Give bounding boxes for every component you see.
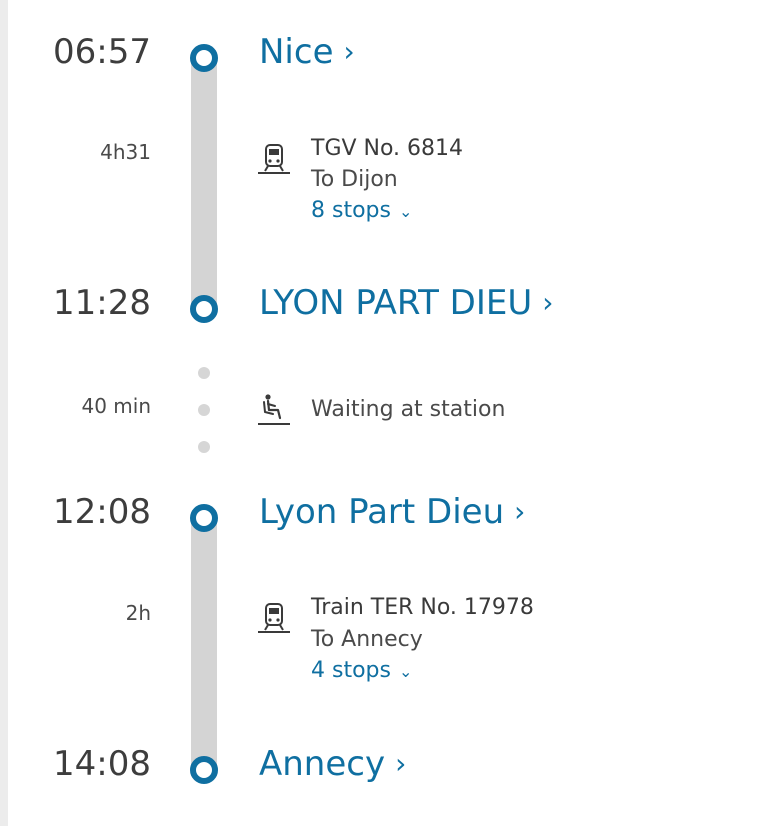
connection-dot <box>198 367 210 379</box>
train-direction: To Dijon <box>311 167 398 192</box>
train-icon <box>258 603 290 633</box>
station-name: LYON PART DIEU <box>259 283 533 323</box>
train-icon <box>258 144 290 174</box>
seated-person-icon <box>258 394 290 425</box>
departure-time: 06:57 <box>53 32 151 72</box>
station-node <box>190 756 218 784</box>
arrival-station-link[interactable]: Annecy › <box>259 744 406 784</box>
connection-duration: 40 min <box>81 394 151 418</box>
arrival-time: 14:08 <box>53 744 151 784</box>
chevron-down-icon: ⌄ <box>398 202 413 221</box>
left-edge-border <box>0 0 8 826</box>
chevron-right-icon: › <box>542 286 554 319</box>
segment-duration: 4h31 <box>100 140 151 164</box>
stops-toggle[interactable]: 8 stops ⌄ <box>311 198 412 223</box>
connection-dot <box>198 441 210 453</box>
stops-count: 4 stops <box>311 658 391 683</box>
departure-station-link[interactable]: Lyon Part Dieu › <box>259 492 525 532</box>
waiting-label: Waiting at station <box>311 397 506 422</box>
departure-time: 12:08 <box>53 492 151 532</box>
station-node <box>190 504 218 532</box>
arrival-station-link[interactable]: LYON PART DIEU › <box>259 283 553 323</box>
journey-rail <box>191 56 217 306</box>
connection-dot <box>198 404 210 416</box>
segment-duration: 2h <box>125 601 151 625</box>
train-name: Train TER No. 17978 <box>311 595 534 620</box>
chevron-right-icon: › <box>395 747 407 780</box>
chevron-right-icon: › <box>514 495 526 528</box>
stops-count: 8 stops <box>311 198 391 223</box>
arrival-time: 11:28 <box>53 283 151 323</box>
chevron-right-icon: › <box>343 35 355 68</box>
journey-rail <box>191 516 217 768</box>
chevron-down-icon: ⌄ <box>398 662 413 681</box>
station-node <box>190 44 218 72</box>
station-node <box>190 295 218 323</box>
station-name: Nice <box>259 32 334 72</box>
station-name: Annecy <box>259 744 386 784</box>
station-name: Lyon Part Dieu <box>259 492 505 532</box>
stops-toggle[interactable]: 4 stops ⌄ <box>311 658 412 683</box>
departure-station-link[interactable]: Nice › <box>259 32 355 72</box>
train-name: TGV No. 6814 <box>311 136 464 161</box>
train-direction: To Annecy <box>311 627 423 652</box>
